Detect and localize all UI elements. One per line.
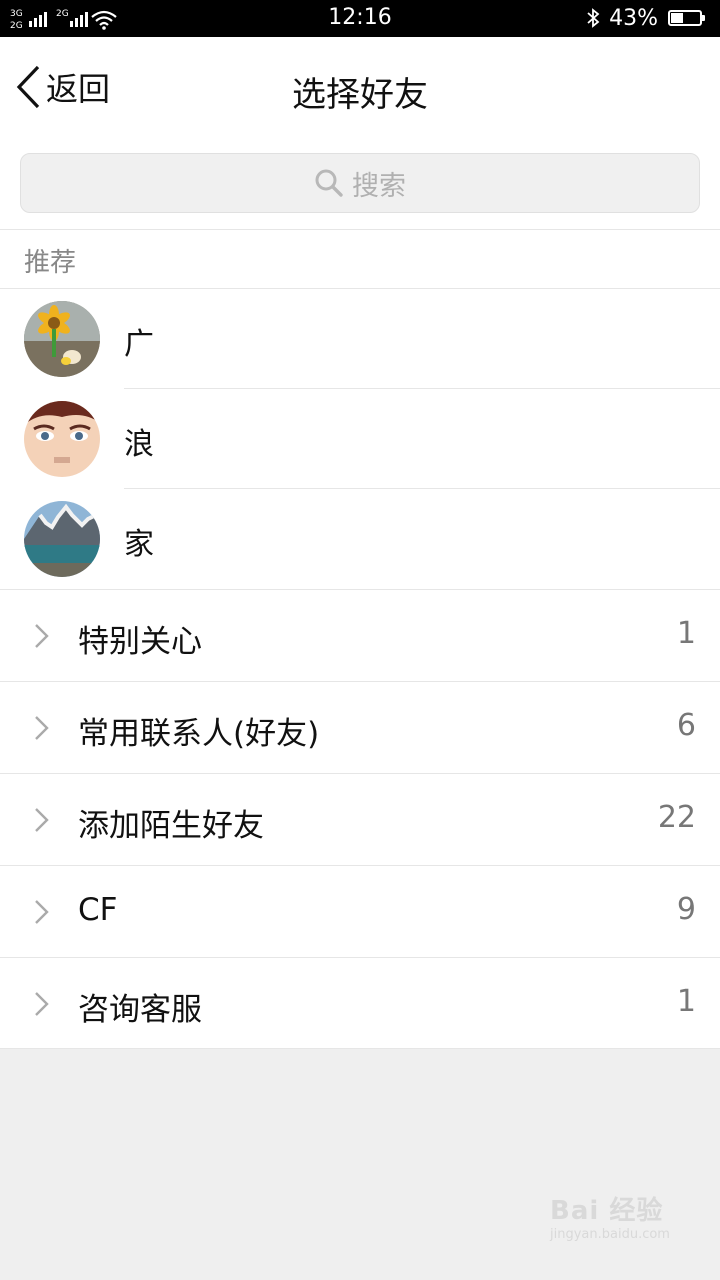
search-placeholder: 搜索 [352,170,406,202]
nav-bar: 返回 选择好友 [0,37,720,137]
search-area: 搜索 [0,137,720,229]
avatar [24,501,100,577]
group-count: 1 [676,984,696,1019]
page-title: 选择好友 [292,75,428,115]
group-count: 1 [676,616,696,651]
chevron-right-icon [35,716,49,740]
list-item[interactable]: 浪 [0,389,720,489]
watermark-sub: jingyan.baidu.com [550,1227,670,1242]
list-item[interactable]: 广 [0,289,720,389]
chevron-right-icon [35,992,49,1016]
battery-percent: 43% [609,5,658,31]
avatar [24,301,100,377]
recommended-header: 推荐 [0,229,720,289]
group-count: 6 [676,708,696,743]
group-item-support[interactable]: 咨询客服 1 [0,958,720,1050]
group-name: CF [78,892,118,928]
search-input[interactable]: 搜索 [20,153,700,213]
group-item-special[interactable]: 特别关心 1 [0,590,720,682]
contact-name: 广 [124,327,154,362]
group-item-strangers[interactable]: 添加陌生好友 22 [0,774,720,866]
chevron-right-icon [35,900,49,924]
group-count: 22 [657,800,696,835]
list-item[interactable]: 家 [0,489,720,589]
recommended-label: 推荐 [24,248,77,278]
search-icon [315,169,343,197]
group-count: 9 [676,892,696,927]
recommended-list: 广 浪 家 [0,289,720,589]
status-right: 43% [585,5,705,31]
group-list: 特别关心 1 常用联系人(好友) 6 添加陌生好友 22 CF 9 咨询客服 1 [0,589,720,1049]
watermark: Bai 经验 jingyan.baidu.com [550,1190,680,1250]
status-bar: 3G 2G 2G 12:16 43% [0,0,720,37]
chevron-right-icon [35,808,49,832]
group-item-cf[interactable]: CF 9 [0,866,720,958]
watermark-text: Bai 经验 [550,1196,664,1226]
group-name: 特别关心 [78,624,202,660]
group-name: 添加陌生好友 [78,808,264,844]
bluetooth-icon [587,8,600,28]
avatar [24,401,100,477]
contact-name: 浪 [124,427,154,462]
group-item-frequent[interactable]: 常用联系人(好友) 6 [0,682,720,774]
battery-icon [668,10,705,26]
group-name: 咨询客服 [78,992,202,1028]
battery-fill [671,13,683,23]
group-name: 常用联系人(好友) [78,716,320,752]
chevron-right-icon [35,624,49,648]
contact-name: 家 [124,527,154,562]
